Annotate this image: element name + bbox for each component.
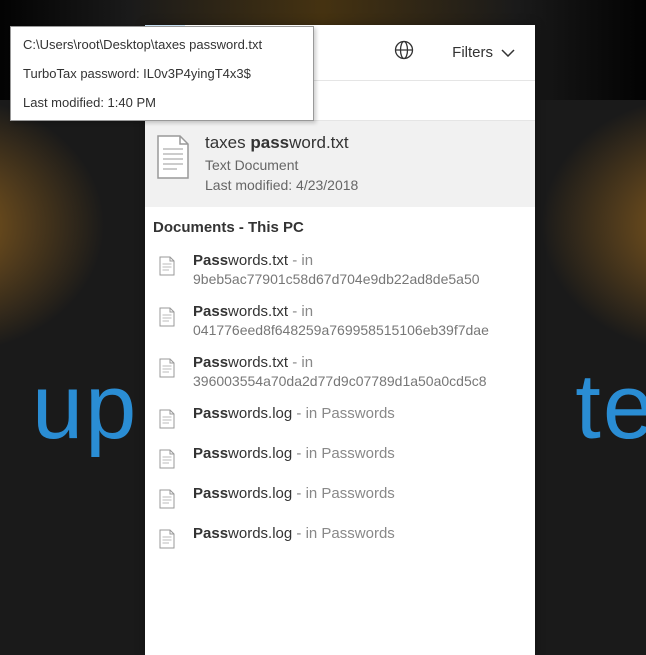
search-result-item[interactable]: Passwords.txt - in 9beb5ac77901c58d67d704…: [145, 244, 535, 295]
result-folder: 9beb5ac77901c58d67d704e9db22ad8de5a50: [193, 271, 480, 287]
result-filename: Passwords.txt - in: [193, 303, 489, 320]
best-match-result[interactable]: taxes password.txt Text Document Last mo…: [145, 121, 535, 207]
filters-label: Filters: [452, 44, 493, 61]
text-document-icon: [159, 529, 175, 549]
result-filename: Passwords.txt - in: [193, 354, 487, 371]
result-folder: 396003554a70da2d77d9c07789d1a50a0cd5c8: [193, 373, 487, 389]
text-document-icon: [159, 358, 175, 378]
text-document-icon: [159, 256, 175, 276]
search-result-item[interactable]: Passwords.txt - in 396003554a70da2d77d9c0…: [145, 346, 535, 397]
tooltip-modified: Last modified: 1:40 PM: [23, 95, 301, 110]
text-document-icon: [159, 449, 175, 469]
search-result-item[interactable]: Passwords.txt - in 041776eed8f648259a7699…: [145, 295, 535, 346]
best-match-title: taxes password.txt: [205, 133, 358, 153]
search-result-item[interactable]: Passwords.log - in Passwords: [145, 397, 535, 437]
tooltip-content: TurboTax password: IL0v3P4yingT4x3$: [23, 66, 301, 81]
search-result-item[interactable]: Passwords.log - in Passwords: [145, 477, 535, 517]
chevron-down-icon: [501, 49, 515, 57]
result-filename: Passwords.log - in Passwords: [193, 525, 395, 542]
tooltip-path: C:\Users\root\Desktop\taxes password.txt: [23, 37, 301, 52]
result-folder: 041776eed8f648259a769958515106eb39f7dae: [193, 322, 489, 338]
result-filename: Passwords.txt - in: [193, 252, 480, 269]
filters-dropdown[interactable]: Filters: [434, 44, 535, 61]
result-filename: Passwords.log - in Passwords: [193, 445, 395, 462]
search-result-item[interactable]: Passwords.log - in Passwords: [145, 517, 535, 557]
best-match-modified: Last modified: 4/23/2018: [205, 177, 358, 193]
text-document-icon: [155, 135, 191, 179]
text-document-icon: [159, 409, 175, 429]
best-match-type: Text Document: [205, 157, 358, 173]
search-result-item[interactable]: Passwords.log - in Passwords: [145, 437, 535, 477]
text-document-icon: [159, 489, 175, 509]
documents-section-header: Documents - This PC: [145, 207, 535, 244]
result-filename: Passwords.log - in Passwords: [193, 485, 395, 502]
text-document-icon: [159, 307, 175, 327]
globe-icon[interactable]: [374, 40, 434, 65]
result-filename: Passwords.log - in Passwords: [193, 405, 395, 422]
file-preview-tooltip: C:\Users\root\Desktop\taxes password.txt…: [10, 26, 314, 121]
